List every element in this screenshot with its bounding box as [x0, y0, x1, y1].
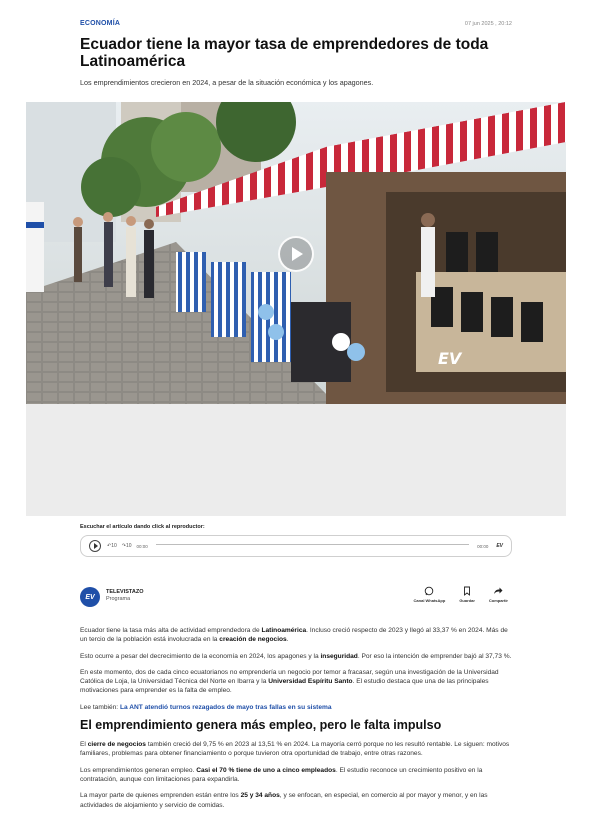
share-icon [494, 587, 503, 594]
read-also-link[interactable]: La ANT atendió turnos rezagados de mayo … [120, 704, 332, 711]
audio-brand-logo: EV [496, 543, 503, 549]
audio-progress-bar[interactable] [155, 543, 470, 545]
article-meta: ECONOMÍA 07 jun 2025 , 20:12 [80, 20, 512, 27]
avatar[interactable]: EV [80, 587, 100, 607]
watermark: EV [438, 349, 463, 368]
publish-date: 07 jun 2025 , 20:12 [464, 20, 512, 27]
audio-label: Escuchar el artículo dando click al repr… [80, 524, 205, 530]
author-name[interactable]: TELEVISTAZO [106, 589, 143, 595]
paragraph: Los emprendimientos generan empleo. Casi… [80, 766, 483, 783]
article-body: Ecuador tiene la tasa más alta de activi… [80, 626, 512, 817]
author-role: Programa [106, 596, 131, 602]
whatsapp-channel-button[interactable]: Canal WhatsApp [413, 586, 446, 603]
play-icon[interactable] [278, 236, 314, 272]
paragraph: En este momento, dos de cada cinco ecuat… [80, 668, 499, 695]
media-placeholder [26, 404, 566, 516]
forward-seconds: 10 [125, 543, 132, 549]
paragraph: El cierre de negocios también creció del… [80, 741, 510, 758]
section-heading: El emprendimiento genera más empleo, per… [80, 718, 442, 733]
paragraph: La mayor parte de quienes emprenden está… [80, 792, 488, 809]
audio-duration: 00:00 [477, 543, 489, 549]
hero-video[interactable]: EV [26, 102, 566, 404]
bookmark-icon [464, 586, 471, 596]
article-subtitle: Los emprendimientos crecieron en 2024, a… [80, 78, 374, 87]
rewind-button[interactable]: ↶10 [107, 543, 117, 549]
paragraph: Ecuador tiene la tasa más alta de activi… [80, 627, 508, 644]
article-title: Ecuador tiene la mayor tasa de emprended… [80, 36, 489, 70]
forward-button[interactable]: ↷10 [122, 543, 132, 549]
audio-current-time: 00:00 [136, 543, 148, 549]
audio-play-button[interactable] [89, 540, 101, 552]
share-button[interactable]: Compartir [489, 586, 508, 603]
read-also: Lee también: La ANT atendió turnos rezag… [80, 703, 512, 712]
article-actions: Canal WhatsApp Guardar Compartir [414, 586, 508, 603]
author-bar: EV TELEVISTAZO Programa Canal WhatsApp G… [80, 586, 512, 610]
audio-player: ↶10 ↷10 00:00 00:00 EV [80, 535, 512, 557]
paragraph: Esto ocurre a pesar del decrecimiento de… [80, 652, 512, 660]
rewind-seconds: 10 [111, 543, 117, 549]
category-link[interactable]: ECONOMÍA [80, 20, 120, 27]
whatsapp-label: Canal WhatsApp [413, 598, 446, 603]
read-also-label: Lee también: [80, 703, 120, 711]
whatsapp-icon [425, 586, 434, 596]
save-label: Guardar [459, 598, 475, 603]
save-button[interactable]: Guardar [459, 586, 475, 603]
share-label: Compartir [488, 598, 508, 603]
play-icon [93, 543, 98, 549]
